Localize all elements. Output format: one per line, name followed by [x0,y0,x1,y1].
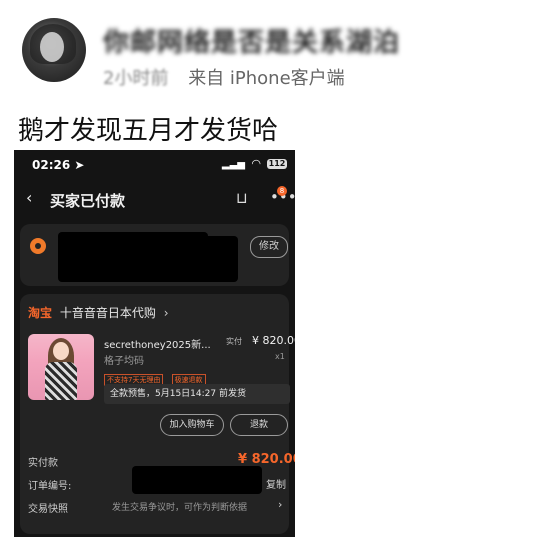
location-pin-icon [30,238,46,254]
username[interactable]: 你邮网络是否是关系湖泊 [103,22,400,59]
refund-button[interactable]: 退款 [230,414,288,436]
chevron-right-icon: › [163,306,169,320]
post-source: 来自 iPhone客户端 [188,68,345,89]
status-bar: 02:26 ➤ ▂▃▅ ◠ 112 [14,150,295,178]
avatar[interactable] [22,18,86,82]
address-card[interactable]: 修改 [20,224,289,286]
notification-badge: 8 [277,186,287,196]
paid-label: 实付款 [28,458,58,469]
status-clock: 02:26 ➤ [32,158,85,172]
wifi-icon: ◠ [251,157,261,170]
battery-icon: 112 [267,159,287,169]
product-thumbnail[interactable] [28,334,94,400]
cart-icon[interactable]: ⊔ [236,189,248,207]
paid-total: ¥ 820.00 [238,452,295,467]
signal-icon: ▂▃▅ [221,159,245,170]
page-title: 买家已付款 [50,192,126,210]
price-label: 实付 [226,337,242,346]
phone-screenshot[interactable]: 02:26 ➤ ▂▃▅ ◠ 112 ‹ 买家已付款 ⊔ ••• 8 修改 淘宝 … [14,150,295,537]
snapshot-hint[interactable]: 发生交易争议时，可作为判断依据 [112,500,247,513]
taobao-tag: 淘宝 [28,306,53,320]
presale-notice: 全款预售，5月15日14:27 前发货 [104,384,290,404]
post-text: 鹅才发现五月才发货哈 [18,116,279,146]
back-icon[interactable]: ‹ [26,188,32,207]
thumb-dress [45,362,77,400]
edit-address-button[interactable]: 修改 [250,236,288,258]
nav-bar: ‹ 买家已付款 ⊔ ••• 8 [14,180,295,220]
avatar-face [40,32,64,62]
order-number-label: 订单编号: [28,481,72,492]
snapshot-label: 交易快照 [28,504,68,515]
order-card: 淘宝 十音音音日本代购 › secrethoney2025新... 实付 ¥ 8… [20,294,295,534]
shop-header[interactable]: 淘宝 十音音音日本代购 › [28,304,169,321]
product-price: ¥ 820.00 [252,334,295,347]
product-sku: 格子均码 [104,356,144,367]
copy-button[interactable]: 复制 [266,476,286,491]
post-meta: 2小时前 来自 iPhone客户端 [103,64,345,90]
product-quantity: x1 [275,352,285,361]
product-title[interactable]: secrethoney2025新... [104,336,211,351]
thumb-head [53,342,69,360]
chevron-right-icon[interactable]: › [278,498,282,511]
shop-name: 十音音音日本代购 [59,306,156,320]
add-to-cart-button[interactable]: 加入购物车 [160,414,224,436]
redacted-address [58,236,238,282]
post-time: 2小时前 [103,68,169,89]
redacted-order-number [132,466,262,494]
